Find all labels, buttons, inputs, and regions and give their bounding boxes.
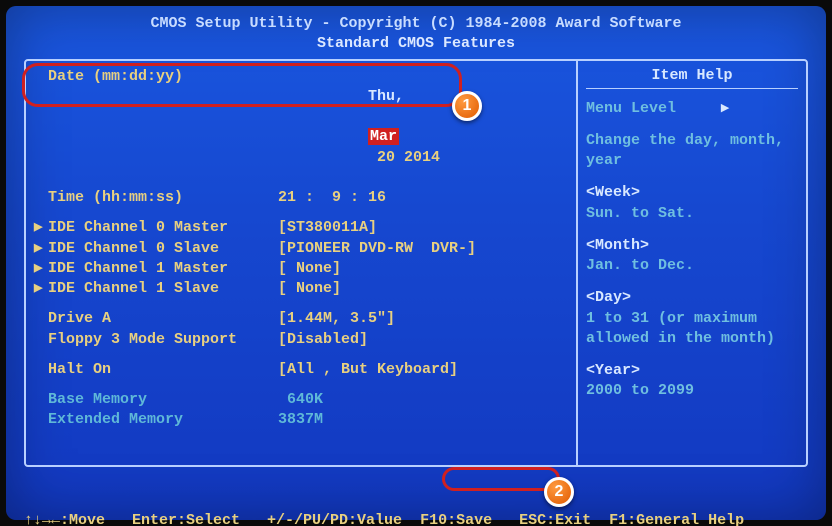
- base-mem-label: Base Memory: [48, 390, 278, 410]
- triangle-icon: ▶: [34, 218, 48, 238]
- help-month-key: <Month>: [586, 237, 649, 254]
- time-row[interactable]: Time (hh:mm:ss) 21 : 9 : 16: [34, 188, 566, 208]
- left-pane: Date (mm:dd:yy) Thu, Mar 20 2014 Time (h…: [26, 61, 576, 465]
- help-day-text: 1 to 31 (or maximum allowed in the month…: [586, 310, 775, 347]
- ext-mem-value: 3837M: [278, 410, 323, 430]
- triangle-icon: ▶: [34, 239, 48, 259]
- ide-value: [ None]: [278, 259, 341, 279]
- drive-a-row[interactable]: Drive A [1.44M, 3.5"]: [34, 309, 566, 329]
- base-mem-value: 640K: [278, 390, 323, 410]
- date-row[interactable]: Date (mm:dd:yy) Thu, Mar 20 2014: [34, 67, 566, 189]
- footer-keys: ↑↓→←:Move Enter:Select +/-/PU/PD:Value F…: [24, 471, 808, 526]
- date-month[interactable]: Mar: [368, 128, 399, 145]
- base-memory-row: Base Memory 640K: [34, 390, 566, 410]
- ide-label: IDE Channel 1 Slave: [48, 279, 278, 299]
- floppy-mode-row[interactable]: Floppy 3 Mode Support [Disabled]: [34, 330, 566, 350]
- help-week-key: <Week>: [586, 184, 640, 201]
- ide-value: [ None]: [278, 279, 341, 299]
- ext-memory-row: Extended Memory 3837M: [34, 410, 566, 430]
- ide-row[interactable]: ▶ IDE Channel 1 Master [ None]: [34, 259, 566, 279]
- date-rest: 20 2014: [368, 149, 440, 166]
- halt-value: [All , But Keyboard]: [278, 360, 458, 380]
- floppy-value: [Disabled]: [278, 330, 368, 350]
- time-value[interactable]: 21 : 9 : 16: [278, 188, 386, 208]
- help-month: <Month> Jan. to Dec.: [586, 236, 798, 277]
- help-separator: [586, 88, 798, 89]
- header: CMOS Setup Utility - Copyright (C) 1984-…: [24, 14, 808, 55]
- ide-row[interactable]: ▶ IDE Channel 0 Slave [PIONEER DVD-RW DV…: [34, 239, 566, 259]
- halt-label: Halt On: [48, 360, 278, 380]
- ide-row[interactable]: ▶ IDE Channel 1 Slave [ None]: [34, 279, 566, 299]
- help-text: Change the day, month, year: [586, 131, 798, 172]
- callout-highlight-2: [442, 467, 560, 491]
- date-label: Date (mm:dd:yy): [48, 67, 278, 189]
- ide-value: [PIONEER DVD-RW DVR-]: [278, 239, 476, 259]
- main-box: Date (mm:dd:yy) Thu, Mar 20 2014 Time (h…: [24, 59, 808, 467]
- help-week-text: Sun. to Sat.: [586, 205, 694, 222]
- callout-badge-2: 2: [544, 477, 574, 507]
- ide-row[interactable]: ▶ IDE Channel 0 Master [ST380011A]: [34, 218, 566, 238]
- time-label: Time (hh:mm:ss): [48, 188, 278, 208]
- ide-label: IDE Channel 1 Master: [48, 259, 278, 279]
- callout-badge-1: 1: [452, 91, 482, 121]
- header-copyright: CMOS Setup Utility - Copyright (C) 1984-…: [24, 14, 808, 34]
- blank-tri: [34, 188, 48, 208]
- halt-on-row[interactable]: Halt On [All , But Keyboard]: [34, 360, 566, 380]
- ide-value: [ST380011A]: [278, 218, 377, 238]
- help-month-text: Jan. to Dec.: [586, 257, 694, 274]
- help-day-key: <Day>: [586, 289, 631, 306]
- blank-tri: [34, 67, 48, 189]
- triangle-icon: ▶: [34, 259, 48, 279]
- help-week: <Week> Sun. to Sat.: [586, 183, 798, 224]
- triangle-icon: ▶: [34, 279, 48, 299]
- footer-line1: ↑↓→←:Move Enter:Select +/-/PU/PD:Value F…: [24, 511, 808, 526]
- drive-a-label: Drive A: [48, 309, 278, 329]
- ext-mem-label: Extended Memory: [48, 410, 278, 430]
- header-section: Standard CMOS Features: [24, 34, 808, 54]
- item-help-title: Item Help: [586, 67, 798, 84]
- ide-label: IDE Channel 0 Slave: [48, 239, 278, 259]
- help-year-key: <Year>: [586, 362, 640, 379]
- drive-a-value: [1.44M, 3.5"]: [278, 309, 395, 329]
- help-year-text: 2000 to 2099: [586, 382, 694, 399]
- floppy-label: Floppy 3 Mode Support: [48, 330, 278, 350]
- chevron-right-icon: ▸: [721, 100, 729, 117]
- help-day: <Day> 1 to 31 (or maximum allowed in the…: [586, 288, 798, 349]
- help-year: <Year> 2000 to 2099: [586, 361, 798, 402]
- bios-screen: CMOS Setup Utility - Copyright (C) 1984-…: [6, 6, 826, 520]
- menu-level-label: Menu Level: [586, 100, 676, 117]
- menu-level-row: Menu Level ▸: [586, 99, 798, 119]
- item-help-pane: Item Help Menu Level ▸ Change the day, m…: [576, 61, 806, 465]
- ide-label: IDE Channel 0 Master: [48, 218, 278, 238]
- date-value: Thu, Mar 20 2014: [278, 67, 440, 189]
- date-weekday: Thu,: [368, 88, 404, 105]
